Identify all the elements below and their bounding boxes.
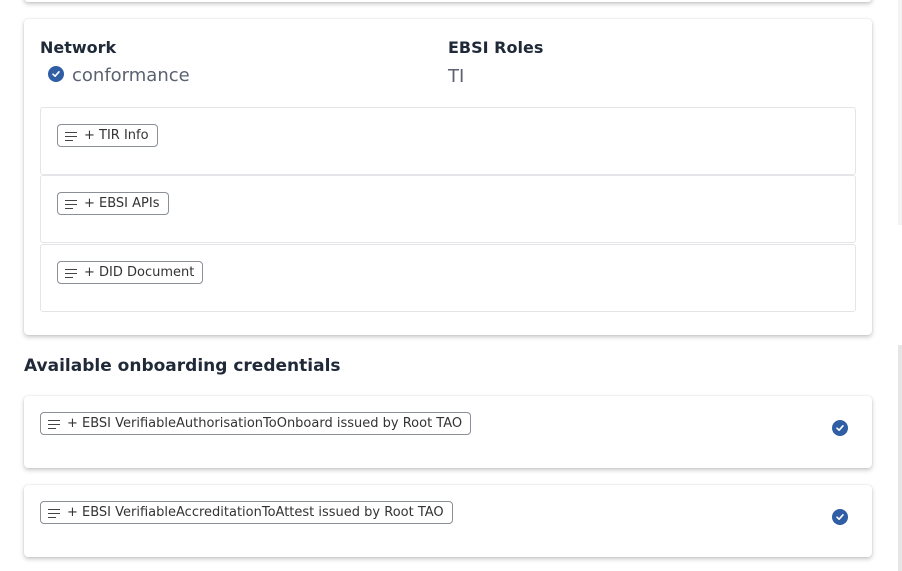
tir-info-label: + TIR Info: [84, 128, 149, 143]
lines-icon: [64, 199, 78, 209]
scrollbar-thumb[interactable]: [898, 345, 902, 571]
scrollbar-track[interactable]: [898, 0, 902, 225]
did-document-toggle-button[interactable]: + DID Document: [57, 261, 204, 284]
credential-label: + EBSI VerifiableAccreditationToAttest i…: [67, 505, 444, 520]
ebsi-apis-label: + EBSI APIs: [84, 196, 160, 211]
network-value: conformance: [72, 65, 190, 86]
ebsi-roles-label: EBSI Roles: [448, 38, 544, 57]
lines-icon: [47, 419, 61, 429]
did-document-section: + DID Document: [40, 244, 856, 312]
credential-toggle-button[interactable]: + EBSI VerifiableAuthorisationToOnboard …: [40, 412, 472, 435]
check-circle-icon: [48, 66, 64, 82]
previous-card: [24, 0, 872, 2]
did-document-label: + DID Document: [84, 265, 195, 280]
ebsi-apis-toggle-button[interactable]: + EBSI APIs: [57, 192, 169, 215]
lines-icon: [47, 508, 61, 518]
network-label: Network: [40, 38, 117, 57]
credential-card: + EBSI VerifiableAuthorisationToOnboard …: [24, 396, 872, 468]
network-card: Network conformance EBSI Roles TI + TIR …: [24, 19, 872, 335]
credential-card: + EBSI VerifiableAccreditationToAttest i…: [24, 485, 872, 557]
ebsi-roles-value: TI: [448, 66, 465, 87]
lines-icon: [64, 268, 78, 278]
tir-info-section: + TIR Info: [40, 107, 856, 175]
credentials-section-title: Available onboarding credentials: [24, 356, 341, 376]
credential-label: + EBSI VerifiableAuthorisationToOnboard …: [67, 416, 463, 431]
ebsi-apis-section: + EBSI APIs: [40, 175, 856, 243]
tir-info-toggle-button[interactable]: + TIR Info: [57, 124, 158, 147]
check-circle-icon: [832, 509, 848, 525]
lines-icon: [64, 131, 78, 141]
credential-toggle-button[interactable]: + EBSI VerifiableAccreditationToAttest i…: [40, 501, 453, 524]
check-circle-icon: [832, 420, 848, 436]
